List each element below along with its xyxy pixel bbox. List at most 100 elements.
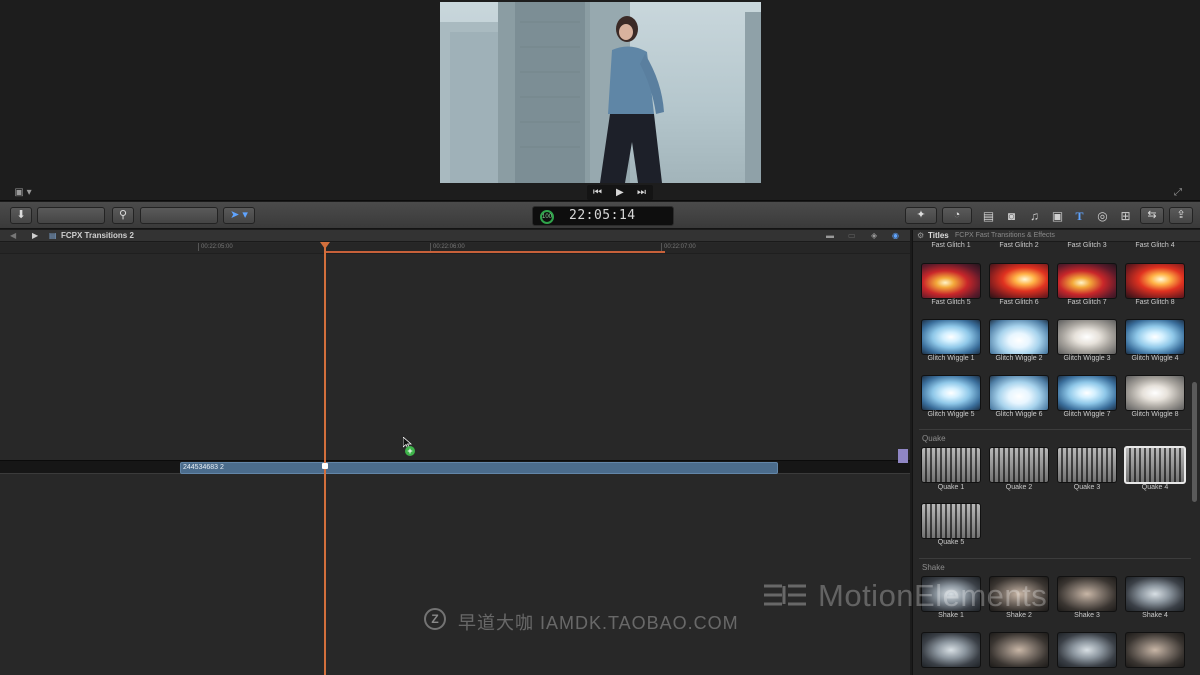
- titles-icon[interactable]: T: [1071, 208, 1088, 224]
- title-thumbnail[interactable]: [989, 375, 1049, 411]
- title-label: Quake 3: [1073, 484, 1101, 491]
- browser-category[interactable]: FCPX Fast Transitions & Effects: [955, 230, 1055, 242]
- section-divider: [919, 558, 1191, 559]
- title-label: Glitch Wiggle 2: [995, 355, 1043, 362]
- clip-appearance-icon[interactable]: ▬: [826, 230, 834, 242]
- audio-video-menu[interactable]: [140, 207, 218, 224]
- keyword-icon[interactable]: ⚲: [112, 207, 134, 224]
- title-thumbnail[interactable]: [1057, 263, 1117, 299]
- title-thumbnail[interactable]: [1125, 632, 1185, 668]
- title-label: Quake 1: [937, 484, 965, 491]
- selection-range[interactable]: [325, 251, 665, 253]
- browser-scrollbar[interactable]: [1192, 382, 1197, 502]
- title-thumbnail[interactable]: [989, 632, 1049, 668]
- title-label: Glitch Wiggle 5: [927, 411, 975, 418]
- watermark-brand: MotionElements: [818, 578, 1048, 613]
- title-label: Fast Glitch 3: [1067, 242, 1107, 249]
- timecode-value: 22:05:14: [569, 208, 636, 223]
- title-thumbnail[interactable]: [921, 375, 981, 411]
- select-tool-menu[interactable]: ➤ ▾: [223, 207, 255, 224]
- playhead[interactable]: [324, 242, 326, 675]
- title-thumbnail[interactable]: [1125, 576, 1185, 612]
- fullscreen-icon[interactable]: ⤢: [1170, 186, 1186, 199]
- title-label: Glitch Wiggle 8: [1131, 411, 1179, 418]
- retime-icon: ◔: [953, 209, 961, 221]
- title-thumbnail[interactable]: [1057, 576, 1117, 612]
- section-divider: [919, 429, 1191, 430]
- title-thumbnail[interactable]: [1125, 319, 1185, 355]
- title-label: Fast Glitch 8: [1135, 299, 1175, 306]
- ruler-tick: 00:22:05:00: [198, 243, 233, 251]
- title-label: Quake 5: [937, 539, 965, 546]
- themes-icon[interactable]: ⊞: [1117, 208, 1134, 224]
- title-thumbnail[interactable]: [989, 447, 1049, 483]
- transitions-icon[interactable]: ▣: [1049, 208, 1066, 224]
- end-marker[interactable]: [898, 449, 908, 463]
- gear-icon[interactable]: ⚙: [917, 230, 924, 242]
- music-icon[interactable]: ♫: [1026, 208, 1043, 224]
- title-label: Fast Glitch 6: [999, 299, 1039, 306]
- title-label: Quake 4: [1141, 484, 1169, 491]
- enhance-menu[interactable]: ✦: [905, 207, 937, 224]
- play-icon[interactable]: ▶: [616, 185, 624, 200]
- audio-skimming-icon[interactable]: ◈: [871, 230, 877, 242]
- toolbar: ⬇ ⚲ ➤ ▾ 100 22:05:14 ✦ ◔ ▤ ◙ ♫ ▣ T ◎ ⊞ ⇆…: [0, 202, 1200, 229]
- edit-buttons-group[interactable]: [37, 207, 105, 224]
- clip-name: 244534683 2: [183, 464, 224, 471]
- title-thumbnail[interactable]: [989, 319, 1049, 355]
- title-thumbnail[interactable]: [921, 632, 981, 668]
- title-thumbnail[interactable]: [1057, 319, 1117, 355]
- generators-icon[interactable]: ◎: [1094, 208, 1111, 224]
- timecode-percent-ring: 100: [540, 210, 554, 224]
- title-label: Glitch Wiggle 6: [995, 411, 1043, 418]
- retime-menu[interactable]: ◔: [942, 207, 972, 224]
- title-label: Fast Glitch 2: [999, 242, 1039, 249]
- section-heading-shake: Shake: [922, 563, 945, 572]
- preview-frame-image: [440, 2, 761, 183]
- media-browser-icon[interactable]: ▤: [980, 208, 997, 224]
- title-label: Fast Glitch 4: [1135, 242, 1175, 249]
- next-icon[interactable]: ⏭: [637, 185, 646, 200]
- inspector-button[interactable]: ⇆: [1140, 207, 1164, 224]
- title-thumbnail[interactable]: [921, 447, 981, 483]
- ruler-tick: 00:22:06:00: [430, 243, 465, 251]
- import-button[interactable]: ⬇: [10, 207, 32, 224]
- title-thumbnail[interactable]: [1057, 447, 1117, 483]
- title-thumbnail[interactable]: [921, 263, 981, 299]
- photos-icon[interactable]: ◙: [1003, 208, 1020, 224]
- snapping-icon[interactable]: ◉: [892, 230, 899, 242]
- title-thumbnail[interactable]: [1057, 375, 1117, 411]
- timeline-header: ◀ ▶ ▤ FCPX Transitions 2 ▬ ▭ ◈ ◉: [0, 230, 910, 242]
- watermark-logo: Z: [424, 608, 446, 630]
- title-thumbnail[interactable]: [921, 503, 981, 539]
- project-icon: ▤: [49, 231, 57, 240]
- inspector-icon: ⇆: [1147, 209, 1157, 221]
- title-label: Fast Glitch 7: [1067, 299, 1107, 306]
- title-thumbnail-selected[interactable]: [1124, 446, 1186, 484]
- title-thumbnail[interactable]: [989, 263, 1049, 299]
- forward-icon[interactable]: ▶: [32, 230, 38, 242]
- title-thumbnail[interactable]: [1125, 263, 1185, 299]
- title-thumbnail[interactable]: [1057, 632, 1117, 668]
- timeline[interactable]: ◀ ▶ ▤ FCPX Transitions 2 ▬ ▭ ◈ ◉ 00:22:0…: [0, 230, 910, 675]
- title-thumbnail[interactable]: [1125, 375, 1185, 411]
- title-thumbnail[interactable]: [921, 319, 981, 355]
- title-label: Glitch Wiggle 4: [1131, 355, 1179, 362]
- title-label: Glitch Wiggle 3: [1063, 355, 1111, 362]
- browser-title: Titles: [928, 231, 949, 240]
- video-clip[interactable]: 244534683 2: [180, 462, 778, 474]
- skimming-icon[interactable]: ▭: [848, 230, 856, 242]
- add-icon: +: [405, 446, 415, 456]
- title-label: Fast Glitch 1: [931, 242, 971, 249]
- share-button[interactable]: ⇪: [1169, 207, 1193, 224]
- timecode-display[interactable]: 100 22:05:14: [532, 206, 674, 226]
- previous-icon[interactable]: ⏮: [593, 185, 602, 200]
- title-label: Shake 4: [1142, 612, 1168, 619]
- watermark-text: 早道大咖 IAMDK.TAOBAO.COM: [458, 613, 739, 633]
- view-options-button[interactable]: ▣ ▾: [10, 186, 36, 199]
- title-label: Quake 2: [1005, 484, 1033, 491]
- magic-wand-icon: ✦: [916, 209, 926, 221]
- back-icon[interactable]: ◀: [10, 230, 16, 242]
- project-name[interactable]: FCPX Transitions 2: [61, 230, 134, 242]
- primary-storyline[interactable]: 244534683 2: [0, 460, 910, 474]
